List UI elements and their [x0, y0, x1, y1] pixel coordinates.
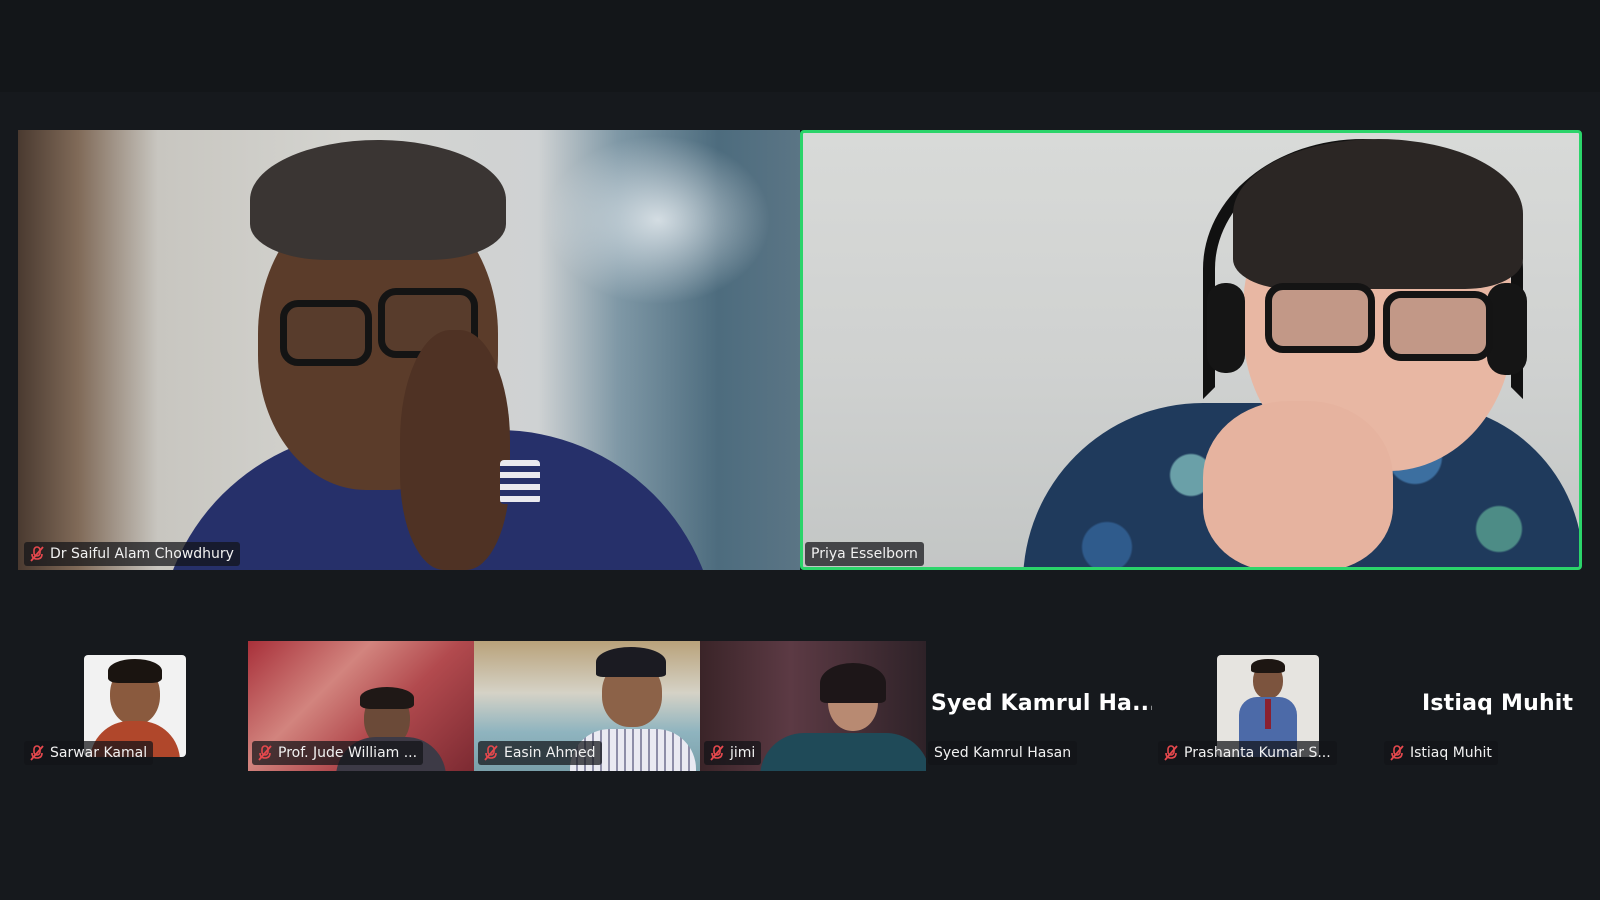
participant-video-figure — [280, 300, 372, 366]
gallery-tile-6[interactable]: Prashanta Kumar S... — [1152, 641, 1378, 771]
participant-name-tag: Syed Kamrul Hasan — [928, 741, 1078, 765]
participant-video-figure — [1207, 283, 1245, 373]
participant-name: jimi — [730, 745, 756, 761]
participant-video-figure — [1203, 401, 1393, 567]
top-bar — [0, 0, 1600, 92]
video-tile-speaker-2-active[interactable]: Priya Esselborn — [800, 130, 1582, 570]
meeting-window: Dr Saiful Alam Chowdhury Priya Esselborn — [0, 0, 1600, 900]
video-tile-speaker-1[interactable]: Dr Saiful Alam Chowdhury — [18, 130, 800, 570]
participant-name-tag: Priya Esselborn — [805, 542, 924, 566]
participant-video-figure — [1383, 291, 1493, 361]
participant-name: Sarwar Kamal — [50, 745, 148, 761]
participant-name-tag: Prof. Jude William ... — [252, 741, 424, 765]
gallery-tile-5[interactable]: Syed Kamrul Ha... Syed Kamrul Hasan — [926, 641, 1152, 771]
participant-name: Istiaq Muhit — [1410, 745, 1492, 761]
participant-video-figure — [1487, 283, 1527, 375]
mic-muted-icon — [258, 745, 272, 761]
mic-muted-icon — [30, 745, 44, 761]
participant-name-tag: jimi — [704, 741, 762, 765]
participant-video-figure — [1265, 283, 1375, 353]
participant-video-figure — [400, 330, 510, 570]
participant-name: Syed Kamrul Hasan — [934, 745, 1072, 761]
mic-muted-icon — [30, 546, 44, 562]
mic-muted-icon — [710, 745, 724, 761]
participant-video-figure — [250, 140, 506, 260]
gallery-tile-7[interactable]: Istiaq Muhit Istiaq Muhit — [1378, 641, 1600, 771]
participant-name: Prof. Jude William ... — [278, 745, 418, 761]
participant-video-figure — [500, 460, 540, 504]
participant-name-tag: Istiaq Muhit — [1384, 741, 1498, 765]
gallery-tile-2[interactable]: Prof. Jude William ... — [248, 641, 474, 771]
participant-video-figure — [1233, 139, 1523, 289]
participant-display-name: Istiaq Muhit — [1422, 691, 1574, 716]
gallery-tile-3[interactable]: Easin Ahmed — [474, 641, 700, 771]
participant-name-tag: Easin Ahmed — [478, 741, 602, 765]
participant-name: Easin Ahmed — [504, 745, 596, 761]
participant-name: Priya Esselborn — [811, 546, 918, 562]
mic-muted-icon — [484, 745, 498, 761]
participant-name-tag: Sarwar Kamal — [24, 741, 154, 765]
participant-name: Dr Saiful Alam Chowdhury — [50, 546, 234, 562]
participant-display-name: Syed Kamrul Ha... — [931, 691, 1152, 716]
participant-name-tag: Prashanta Kumar S... — [1158, 741, 1337, 765]
gallery-tile-1[interactable]: Sarwar Kamal — [18, 641, 246, 771]
gallery-tile-4[interactable]: jimi — [700, 641, 926, 771]
participant-name: Prashanta Kumar S... — [1184, 745, 1331, 761]
mic-muted-icon — [1390, 745, 1404, 761]
mic-muted-icon — [1164, 745, 1178, 761]
participant-name-tag: Dr Saiful Alam Chowdhury — [24, 542, 240, 566]
